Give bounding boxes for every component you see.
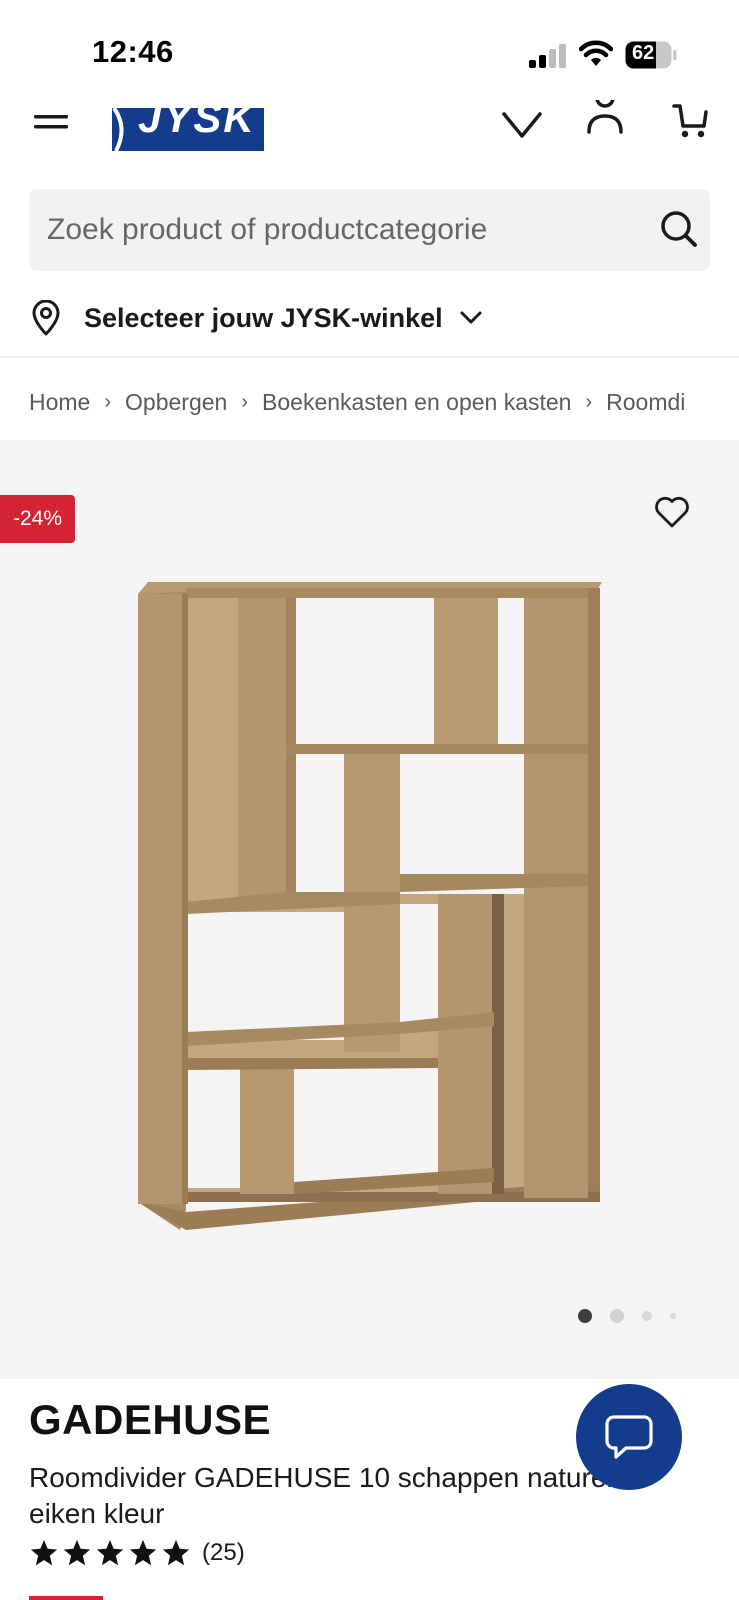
chat-button[interactable] [576,1384,682,1490]
cart-icon[interactable] [672,104,708,140]
gallery-dot[interactable] [642,1311,652,1321]
star-icon [96,1539,124,1566]
gallery-dot[interactable] [670,1313,676,1319]
product-rating[interactable]: (25) [29,1538,245,1568]
site-header: JYSK [0,100,739,176]
chat-icon [605,1415,653,1459]
gallery-pagination [578,1306,694,1326]
chevron-down-icon [460,311,482,324]
breadcrumb-boekenkasten[interactable]: Boekenkasten en open kasten [262,389,571,416]
breadcrumb-roomdivider[interactable]: Roomdi [606,389,685,416]
star-icon [63,1539,91,1566]
wishlist-heart-icon[interactable] [654,495,690,529]
search-icon[interactable] [659,209,699,249]
location-pin-icon [32,300,60,336]
store-selector-label: Selecteer jouw JYSK-winkel [84,302,443,333]
product-gallery[interactable]: -24% [0,440,739,1379]
jysk-logo[interactable]: JYSK [112,108,264,151]
star-icon [129,1539,157,1566]
discount-badge: -24% [0,495,75,543]
logo-text: JYSK [138,108,256,141]
battery-level: 62 [632,42,655,64]
breadcrumb: Home › Opbergen › Boekenkasten en open k… [29,382,739,422]
header-divider [0,356,739,358]
price-badge-edge [29,1596,103,1600]
battery-icon: 62 [625,41,677,69]
signal-icon [529,44,566,68]
breadcrumb-separator: › [104,390,112,413]
search-input[interactable] [47,189,627,271]
gallery-dot-active[interactable] [578,1309,592,1323]
store-selector[interactable]: Selecteer jouw JYSK-winkel [30,296,490,340]
star-icon [162,1539,190,1566]
review-count[interactable]: (25) [202,1539,245,1567]
status-time: 12:46 [92,34,174,69]
product-image [138,582,602,1230]
status-bar: 12:46 62 [0,0,739,100]
product-description: Roomdivider GADEHUSE 10 schappen naturel… [29,1462,613,1529]
breadcrumb-separator: › [241,390,249,413]
search-bar [29,189,710,271]
breadcrumb-separator: › [585,390,593,413]
star-icon [30,1539,58,1566]
breadcrumb-opbergen[interactable]: Opbergen [125,389,227,416]
wifi-icon [579,40,613,66]
menu-icon[interactable] [32,110,70,134]
gallery-dot[interactable] [610,1309,624,1323]
user-icon[interactable] [585,100,625,140]
breadcrumb-home[interactable]: Home [29,389,90,416]
product-brand: GADEHUSE [29,1396,272,1443]
heart-icon[interactable] [500,104,544,140]
